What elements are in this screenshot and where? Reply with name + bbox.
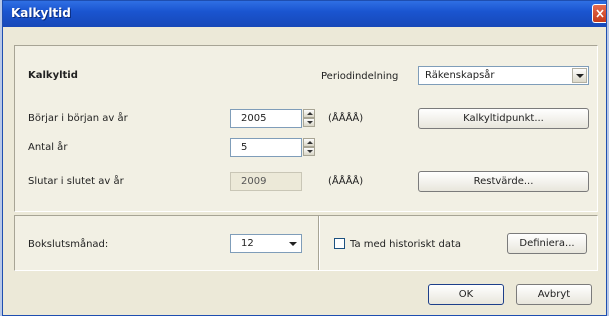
closing-month-label: Bokslutsmånad: [28,239,109,250]
panel-divider [318,216,320,270]
periodization-label: Periodindelning [321,71,399,82]
start-year-stepper[interactable] [303,109,315,128]
spin-up-icon[interactable] [303,138,315,147]
spin-down-icon[interactable] [303,118,315,127]
calc-time-panel: Kalkyltid Periodindelning Räkenskapsår B… [14,45,598,212]
close-button[interactable] [592,4,606,23]
start-year-input[interactable]: 2005 [230,109,302,128]
closing-month-select[interactable]: 12 [230,234,302,253]
title-bar[interactable]: Kalkyltid [3,1,606,27]
cancel-button[interactable]: Avbryt [516,284,592,305]
history-checkbox[interactable] [334,238,345,249]
define-button[interactable]: Definiera... [507,233,587,254]
calc-point-button[interactable]: Kalkyltidpunkt... [418,108,589,129]
year-count-input[interactable]: 5 [230,138,302,157]
periodization-value: Räkenskapsår [425,70,495,81]
year-count-label: Antal år [28,142,68,153]
end-year-format: (ÅÅÅÅ) [328,176,364,187]
end-year-field: 2009 [230,172,302,191]
settings-panel: Bokslutsmånad: 12 Ta med historiskt data… [14,215,598,271]
periodization-select[interactable]: Räkenskapsår [418,66,589,85]
chevron-down-icon[interactable] [572,68,587,83]
closing-month-value: 12 [241,238,254,249]
ok-button[interactable]: OK [428,284,504,305]
chevron-down-icon[interactable] [285,236,300,251]
spin-down-icon[interactable] [303,147,315,156]
residual-value-button[interactable]: Restvärde... [418,171,589,192]
spin-up-icon[interactable] [303,109,315,118]
dialog-window: Kalkyltid Kalkyltid Periodindelning Räke… [2,0,607,316]
history-label[interactable]: Ta med historiskt data [350,239,461,250]
end-year-label: Slutar i slutet av år [28,176,124,187]
start-year-format: (ÅÅÅÅ) [328,113,364,124]
section-heading: Kalkyltid [28,70,78,81]
start-year-label: Börjar i början av år [28,113,128,124]
window-title: Kalkyltid [11,6,71,20]
year-count-stepper[interactable] [303,138,315,157]
close-icon [596,9,604,18]
